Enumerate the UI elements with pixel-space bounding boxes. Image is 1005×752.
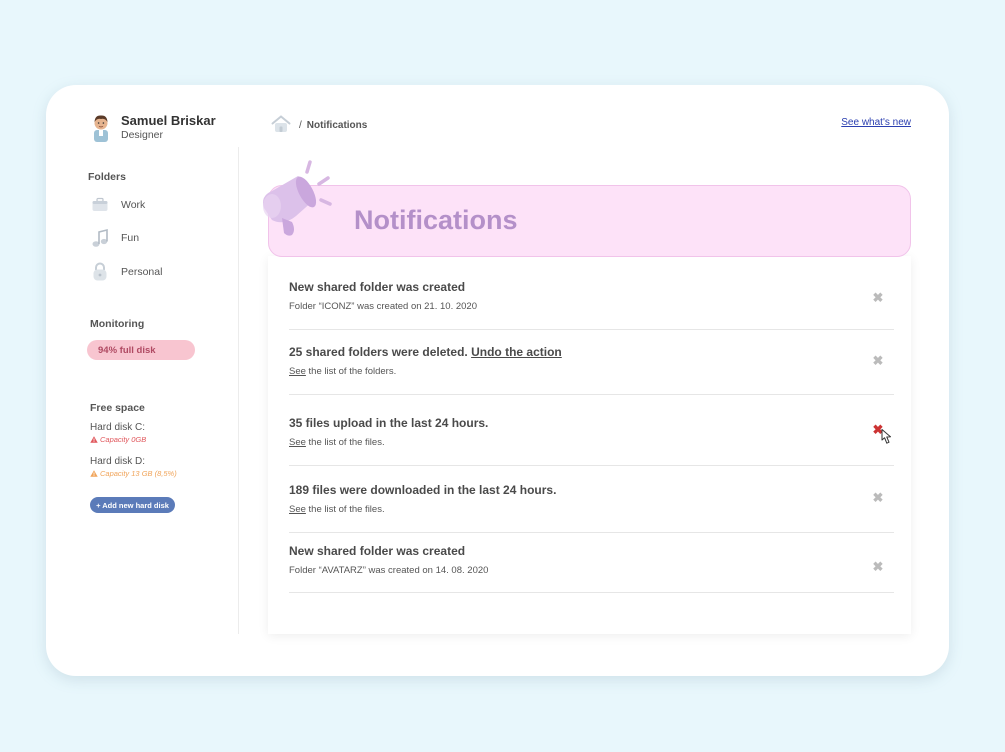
sidebar-item-work[interactable]: Work (90, 194, 210, 216)
notification-item: New shared folder was created Folder “IC… (289, 270, 894, 330)
notification-description-text: the list of the folders. (305, 366, 397, 377)
sidebar-item-label: Work (121, 199, 146, 211)
add-hard-disk-button[interactable]: + Add new hard disk (90, 497, 175, 513)
avatar (94, 115, 108, 142)
megaphone-icon (263, 160, 332, 236)
sidebar-item-fun[interactable]: Fun (90, 227, 210, 249)
notification-title: 25 shared folders were deleted. Undo the… (289, 345, 562, 359)
sidebar-item-personal[interactable]: Personal (90, 261, 210, 283)
disk-c-name: Hard disk C: (90, 422, 146, 433)
notification-item: 35 files upload in the last 24 hours. Se… (289, 395, 894, 466)
notification-description: See the list of the files. (289, 504, 385, 515)
page-title: Notifications (354, 205, 518, 235)
notification-description: See the list of the files. (289, 437, 385, 448)
breadcrumb-current: Notifications (306, 119, 368, 131)
user-profile[interactable]: Samuel Briskar Designer (89, 112, 239, 144)
notification-title: 35 files upload in the last 24 hours. (289, 416, 489, 430)
folders-heading: Folders (88, 171, 126, 183)
monitoring-heading: Monitoring (90, 318, 145, 330)
lock-icon (90, 262, 110, 282)
notification-item: New shared folder was created Folder “AV… (289, 533, 894, 593)
disk-d-capacity: Capacity 13 GB (8,5%) (90, 469, 177, 478)
disk-d-capacity-text: Capacity 13 GB (8,5%) (100, 469, 177, 478)
notification-title: New shared folder was created (289, 544, 466, 558)
notification-item: 189 files were downloaded in the last 24… (289, 466, 894, 533)
notification-description-text: the list of the files. (305, 437, 385, 448)
notification-title: 189 files were downloaded in the last 24… (289, 483, 557, 497)
sidebar-item-label: Personal (121, 266, 163, 278)
briefcase-icon (90, 195, 110, 215)
mouse-cursor-icon (881, 429, 891, 444)
disk-c-capacity-text: Capacity 0GB (100, 435, 147, 444)
home-icon[interactable] (271, 114, 291, 136)
notification-description-text: the list of the files. (305, 504, 385, 515)
notification-description-text: Folder “ICONZ” was created on 21. 10. 20… (289, 301, 477, 312)
notification-see-link[interactable]: See (289, 504, 306, 515)
close-icon[interactable]: ✖ (872, 491, 884, 504)
music-note-icon (90, 228, 110, 248)
close-icon[interactable]: ✖ (872, 291, 884, 304)
notification-description: Folder “ICONZ” was created on 21. 10. 20… (289, 301, 477, 312)
sidebar-item-label: Fun (121, 232, 140, 244)
warning-icon (90, 436, 98, 443)
notification-item: 25 shared folders were deleted. Undo the… (289, 330, 894, 395)
notification-see-link[interactable]: See (289, 437, 306, 448)
disk-usage-badge[interactable]: 94% full disk (87, 340, 195, 360)
notification-description: Folder “AVATARZ” was created on 14. 08. … (289, 565, 489, 576)
user-role: Designer (121, 129, 164, 141)
breadcrumb: / Notifications (271, 114, 368, 136)
free-space-heading: Free space (90, 402, 145, 414)
disk-d-name: Hard disk D: (90, 456, 146, 467)
notification-see-link[interactable]: See (289, 366, 306, 377)
notification-title: New shared folder was created (289, 280, 466, 294)
user-name: Samuel Briskar (121, 113, 216, 128)
disk-c-capacity: Capacity 0GB (90, 435, 146, 444)
notification-title-text: 25 shared folders were deleted. (289, 345, 468, 359)
notification-description: See the list of the folders. (289, 366, 396, 377)
warning-icon (90, 470, 98, 477)
undo-action-link[interactable]: Undo the action (471, 345, 562, 359)
close-icon[interactable]: ✖ (872, 354, 884, 367)
see-whats-new-link[interactable]: See what's new (841, 117, 911, 128)
close-icon[interactable]: ✖ (872, 560, 884, 573)
sidebar-divider (238, 147, 239, 634)
breadcrumb-separator: / (299, 119, 302, 131)
